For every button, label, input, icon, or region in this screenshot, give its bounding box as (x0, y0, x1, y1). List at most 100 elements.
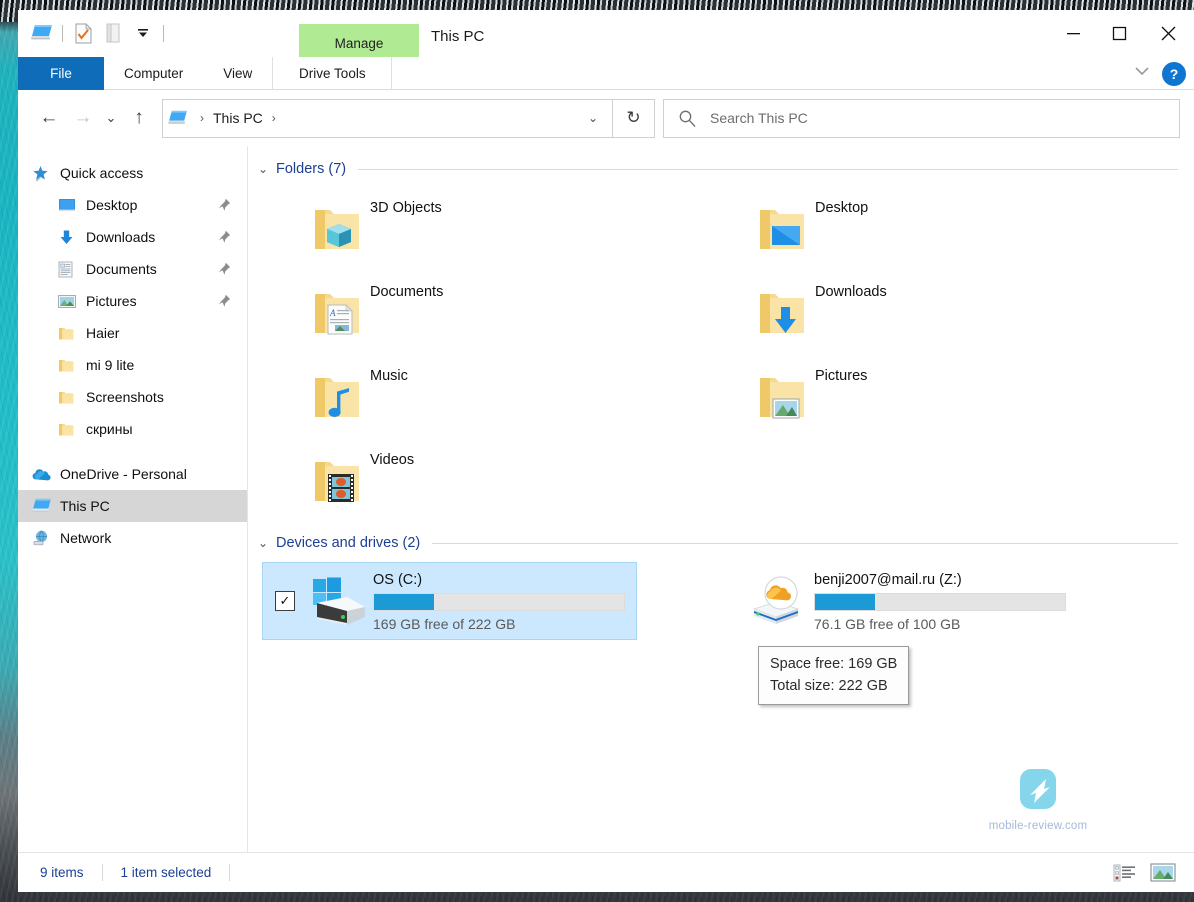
view-buttons (1112, 862, 1184, 884)
search-box[interactable]: Search This PC (663, 98, 1180, 138)
status-bar: 9 items 1 item selected (18, 852, 1194, 892)
cloud-drive-icon (740, 573, 814, 629)
this-pc-icon[interactable] (27, 20, 57, 46)
sidebar-item-pictures[interactable]: Pictures (18, 285, 247, 317)
sidebar-item-screenshots[interactable]: Screenshots (18, 381, 247, 413)
sidebar-item-this-pc[interactable]: This PC (18, 490, 247, 522)
sidebar-item-haier[interactable]: Haier (18, 317, 247, 349)
folder-item-label: Downloads (815, 284, 887, 300)
folder-item-3d-objects[interactable]: 3D Objects (304, 188, 749, 272)
drive-checkbox[interactable]: ✓ (275, 591, 295, 611)
drive-usage-fill (815, 594, 875, 610)
sidebar-item-downloads[interactable]: Downloads (18, 221, 247, 253)
folder-icon (58, 390, 82, 405)
search-input[interactable]: Search This PC (710, 110, 808, 126)
file-explorer-window: Manage This PC File Computer View Drive … (18, 10, 1194, 892)
section-title: Folders (7) (276, 161, 347, 177)
drive-item-os-c[interactable]: ✓ OS (C:) 169 GB free of 222 GB (262, 562, 637, 640)
maximize-button[interactable] (1096, 10, 1142, 57)
folder-item-videos[interactable]: Videos (304, 440, 749, 524)
search-icon (664, 109, 710, 128)
folder-desktop-icon (749, 204, 815, 256)
tab-view[interactable]: View (203, 57, 272, 90)
folder-item-desktop[interactable]: Desktop (749, 188, 1194, 272)
sidebar-item-quick-access[interactable]: Quick access (18, 157, 247, 189)
back-button[interactable]: ← (32, 101, 66, 135)
sidebar-item-desktop[interactable]: Desktop (18, 189, 247, 221)
folder-item-label: 3D Objects (370, 200, 442, 216)
drive-name: benji2007@mail.ru (Z:) (814, 572, 962, 588)
sidebar-item-skriny[interactable]: скрины (18, 413, 247, 445)
sidebar-item-label: Quick access (60, 165, 144, 181)
status-selection: 1 item selected (120, 865, 212, 880)
drive-tooltip: Space free: 169 GB Total size: 222 GB (758, 646, 910, 705)
drives-grid: ✓ OS (C:) 169 GB free of 222 GB benji200… (248, 556, 1194, 640)
properties-icon[interactable] (68, 20, 98, 46)
qat-separator-1 (62, 24, 63, 42)
chevron-down-icon[interactable]: ⌄ (258, 162, 276, 176)
details-view-button[interactable] (1112, 862, 1138, 884)
quick-access-toolbar (27, 19, 169, 47)
qat-separator-2 (163, 24, 164, 42)
section-title: Devices and drives (2) (276, 535, 421, 551)
folder-pictures-icon (749, 372, 815, 424)
refresh-button[interactable]: ↻ (613, 98, 655, 138)
folder-item-documents[interactable]: A Documents (304, 272, 749, 356)
tab-file[interactable]: File (18, 57, 104, 90)
folder-item-label: Documents (370, 284, 444, 300)
forward-button[interactable]: → (66, 101, 100, 135)
folder-videos-icon (304, 456, 370, 508)
sidebar-item-label: скрины (86, 421, 133, 437)
sidebar-item-label: Network (60, 530, 112, 546)
drive-item-z[interactable]: benji2007@mail.ru (Z:) 76.1 GB free of 1… (728, 562, 1194, 640)
sidebar-item-onedrive[interactable]: OneDrive - Personal (18, 458, 247, 490)
folder-item-label: Desktop (815, 200, 869, 216)
up-button[interactable]: ↑ (122, 101, 156, 135)
breadcrumb-item-this-pc[interactable]: This PC (211, 110, 265, 126)
large-icons-view-button[interactable] (1150, 862, 1176, 884)
folder-item-music[interactable]: Music (304, 356, 749, 440)
section-header-folders[interactable]: ⌄ Folders (7) (248, 156, 1194, 182)
help-button[interactable]: ? (1162, 61, 1186, 86)
address-bar[interactable]: › This PC › ⌄ (162, 98, 613, 138)
sidebar-item-mi-9-lite[interactable]: mi 9 lite (18, 349, 247, 381)
file-list-pane: ⌄ Folders (7) 3D Objects Desktop A Docum… (248, 146, 1194, 852)
sidebar-item-label: This PC (60, 498, 110, 514)
recent-locations-button[interactable]: ⌄ (100, 101, 122, 135)
sidebar-item-documents[interactable]: Documents (18, 253, 247, 285)
folder-music-icon (304, 372, 370, 424)
folder-item-downloads[interactable]: Downloads (749, 272, 1194, 356)
this-pc-icon (163, 110, 193, 126)
drive-usage-bar (814, 593, 1066, 611)
section-header-devices-and-drives[interactable]: ⌄ Devices and drives (2) (248, 530, 1194, 556)
sidebar-item-network[interactable]: Network (18, 522, 247, 554)
sidebar-item-label: Screenshots (86, 389, 164, 405)
desktop-icon (58, 197, 82, 213)
section-divider (432, 542, 1178, 544)
tooltip-total-size: Total size: 222 GB (770, 678, 888, 694)
folder-documents-icon: A (304, 288, 370, 340)
drive-usage-bar (373, 593, 625, 611)
title-bar: Manage This PC (18, 10, 1194, 62)
minimize-button[interactable] (1050, 10, 1096, 57)
chevron-down-icon[interactable]: ⌄ (258, 536, 276, 550)
close-button[interactable] (1142, 10, 1194, 57)
tab-drive-tools[interactable]: Drive Tools (272, 57, 393, 90)
customize-qat-icon[interactable] (128, 20, 158, 46)
sidebar-item-label: Downloads (86, 229, 156, 245)
new-folder-icon[interactable] (98, 20, 128, 46)
pin-icon[interactable] (218, 198, 231, 214)
address-dropdown-icon[interactable]: ⌄ (574, 111, 612, 125)
tooltip-space-free: Space free: 169 GB (770, 656, 898, 672)
watermark: mobile-review.com (978, 767, 1098, 832)
breadcrumb-separator-end[interactable]: › (265, 111, 283, 125)
pin-icon[interactable] (218, 262, 231, 278)
pin-icon[interactable] (218, 294, 231, 310)
pin-icon[interactable] (218, 230, 231, 246)
documents-icon (58, 261, 82, 278)
tab-computer[interactable]: Computer (104, 57, 203, 90)
chevron-down-icon[interactable] (1132, 64, 1152, 83)
sidebar-item-label: Pictures (86, 293, 137, 309)
folder-item-pictures[interactable]: Pictures (749, 356, 1194, 440)
explorer-body: Quick access Desktop Downloads Documents… (18, 146, 1194, 852)
